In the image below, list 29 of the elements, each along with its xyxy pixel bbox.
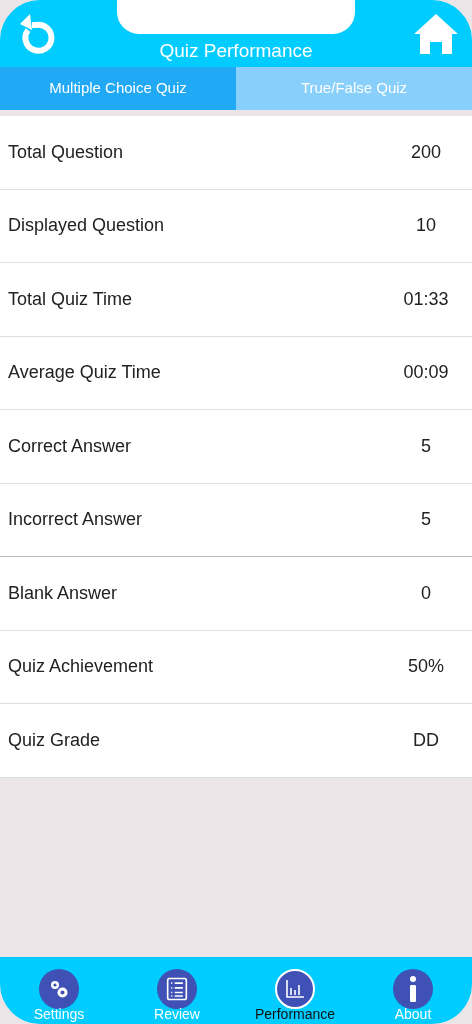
bottom-tab[interactable]: Review xyxy=(118,957,236,1024)
bottom-tab[interactable]: Performance xyxy=(236,957,354,1024)
stat-label: Correct Answer xyxy=(7,434,133,458)
stat-value: 50% xyxy=(407,655,445,679)
info-icon xyxy=(410,976,416,1002)
stat-value: 0 xyxy=(420,581,432,605)
stat-value: 5 xyxy=(420,508,432,532)
stat-label: Total Quiz Time xyxy=(7,287,134,311)
quiz-tab[interactable]: Multiple Choice Quiz xyxy=(0,67,236,110)
bottom-tab[interactable]: About xyxy=(354,957,472,1024)
stat-label: Blank Answer xyxy=(7,581,119,605)
stat-value: 00:09 xyxy=(402,361,450,385)
home-icon xyxy=(414,14,458,54)
stat-value: DD xyxy=(412,728,440,752)
stat-label: Displayed Question xyxy=(7,214,166,238)
home-button[interactable] xyxy=(414,14,458,54)
stat-value: 01:33 xyxy=(402,287,450,311)
quiz-tab[interactable]: True/False Quiz xyxy=(236,67,472,110)
stat-label: Average Quiz Time xyxy=(7,361,162,385)
stat-label: Quiz Grade xyxy=(7,728,102,752)
bar-chart-icon xyxy=(283,977,307,1001)
stat-label: Quiz Achievement xyxy=(7,655,155,679)
stat-label: Total Question xyxy=(7,140,125,164)
stat-label: Incorrect Answer xyxy=(7,508,144,532)
stat-value: 200 xyxy=(409,140,442,164)
screen-title: Quiz Performance xyxy=(159,38,313,63)
stat-value: 5 xyxy=(420,434,432,458)
bottom-tab[interactable]: Settings xyxy=(0,957,118,1024)
stat-value: 10 xyxy=(415,214,437,238)
